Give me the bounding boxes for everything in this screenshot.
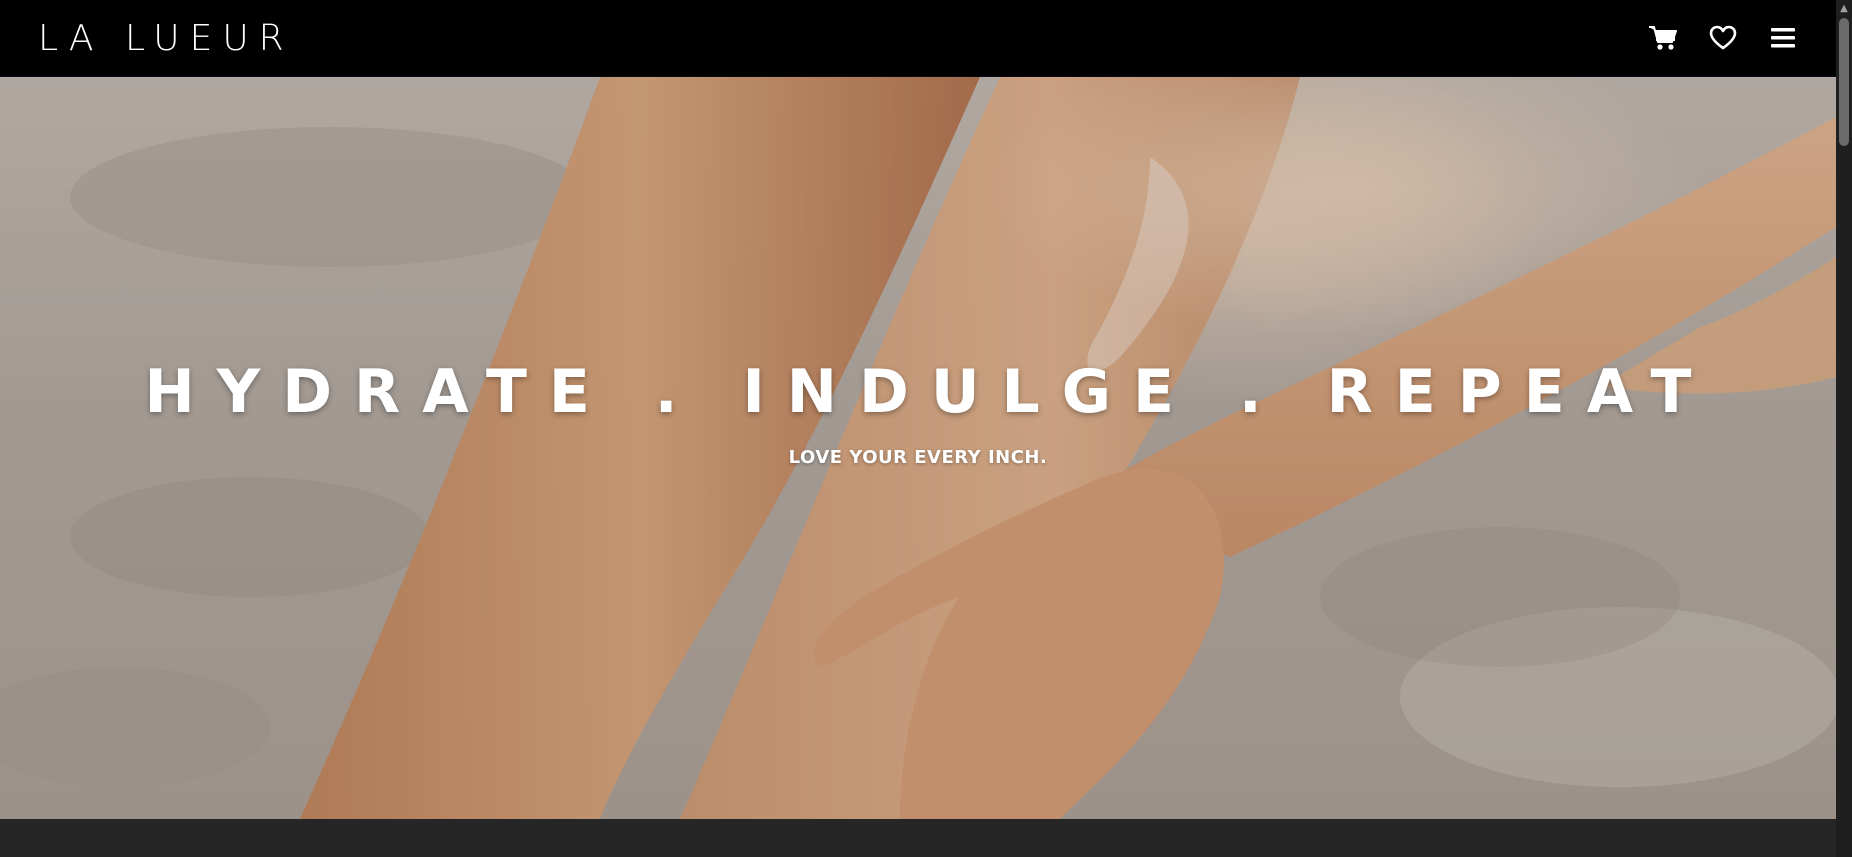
hero-text: HYDRATE . INDULGE . REPEAT LOVE YOUR EVE… (0, 77, 1836, 819)
page-scrollbar[interactable]: ▲ (1836, 0, 1852, 857)
footer-strip (0, 819, 1836, 857)
heart-icon[interactable] (1708, 23, 1738, 53)
top-navbar: LA LUEUR (0, 0, 1836, 77)
scroll-up-arrow-icon[interactable]: ▲ (1836, 0, 1852, 16)
hero-headline: HYDRATE . INDULGE . REPEAT (144, 356, 1714, 427)
nav-icons (1648, 23, 1798, 53)
hero-tagline: LOVE YOUR EVERY INCH. (788, 446, 1048, 468)
brand-logo[interactable]: LA LUEUR (38, 18, 294, 59)
menu-icon[interactable] (1768, 23, 1798, 53)
cart-icon[interactable] (1648, 23, 1678, 53)
hero-banner: HYDRATE . INDULGE . REPEAT LOVE YOUR EVE… (0, 77, 1836, 819)
scroll-thumb[interactable] (1839, 18, 1849, 146)
